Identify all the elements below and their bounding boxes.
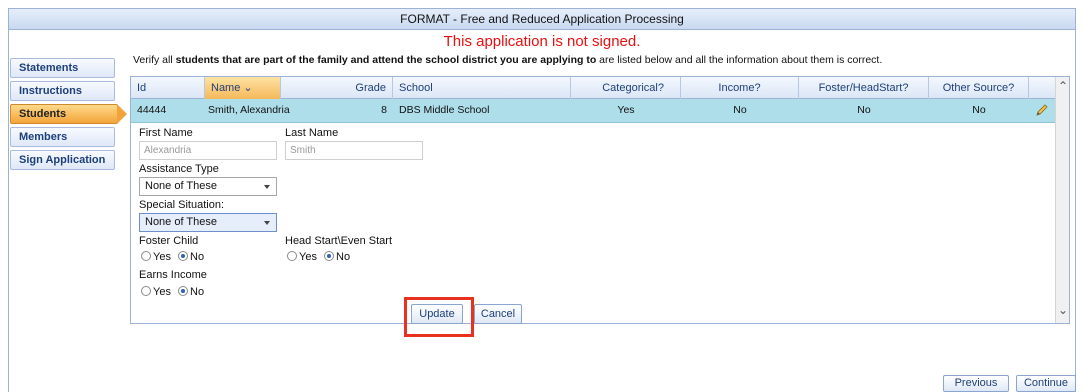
instructions-text: Verify all students that are part of the… bbox=[133, 54, 882, 66]
earns-no-label: No bbox=[190, 286, 205, 298]
sort-descending-icon: ⌄ bbox=[243, 82, 253, 94]
assistance-type-select[interactable]: None of These bbox=[139, 177, 277, 196]
update-button[interactable]: Update bbox=[411, 304, 463, 324]
sidebar-item-statements[interactable]: Statements bbox=[10, 58, 115, 78]
cell-other-source: No bbox=[972, 104, 986, 116]
foster-no-label: No bbox=[190, 251, 205, 263]
special-situation-select[interactable]: None of These bbox=[139, 213, 277, 232]
scroll-down-icon[interactable]: ⌄ bbox=[1057, 303, 1069, 317]
column-header-grade[interactable]: Grade bbox=[281, 77, 393, 99]
column-header-id[interactable]: Id bbox=[131, 77, 205, 99]
earns-income-label: Earns Income bbox=[139, 269, 207, 281]
sidebar-item-instructions[interactable]: Instructions bbox=[10, 81, 115, 101]
instructions-pre: Verify all bbox=[133, 54, 176, 66]
cancel-button[interactable]: Cancel bbox=[474, 304, 522, 324]
chevron-down-icon bbox=[264, 221, 270, 225]
students-grid: Id Name ⌄ Grade School Categorical? Inco… bbox=[130, 76, 1070, 324]
last-name-input[interactable] bbox=[285, 141, 423, 160]
earns-yes-label: Yes bbox=[153, 286, 171, 298]
continue-button[interactable]: Continue bbox=[1016, 375, 1076, 392]
head-start-label: Head Start\Even Start bbox=[285, 235, 392, 247]
window-title: FORMAT - Free and Reduced Application Pr… bbox=[8, 8, 1076, 30]
pencil-edit-icon[interactable] bbox=[1034, 102, 1054, 126]
previous-button[interactable]: Previous bbox=[943, 375, 1009, 392]
foster-no-radio[interactable] bbox=[178, 251, 189, 261]
sidebar-item-members[interactable]: Members bbox=[10, 127, 115, 147]
foster-yes-radio[interactable] bbox=[141, 251, 151, 261]
first-name-label: First Name bbox=[139, 127, 193, 139]
assistance-type-value: None of These bbox=[145, 180, 217, 192]
chevron-down-icon bbox=[264, 185, 270, 189]
earns-no-radio[interactable] bbox=[178, 286, 189, 296]
cell-id: 44444 bbox=[137, 104, 167, 116]
column-header-edit bbox=[1029, 77, 1057, 99]
instructions-bold: students that are part of the family and… bbox=[175, 54, 597, 66]
foster-yes-label: Yes bbox=[153, 251, 171, 263]
headstart-yes-radio[interactable] bbox=[287, 251, 297, 261]
assistance-type-label: Assistance Type bbox=[139, 163, 219, 175]
table-row[interactable]: 44444 Smith, Alexandria 8 DBS Middle Sch… bbox=[131, 99, 1057, 123]
last-name-label: Last Name bbox=[285, 127, 339, 139]
headstart-no-label: No bbox=[336, 251, 351, 263]
foster-child-radio-group: Yes No bbox=[141, 251, 208, 263]
cell-categorical: Yes bbox=[617, 104, 635, 116]
earns-income-radio-group: Yes No bbox=[141, 286, 208, 298]
column-header-foster-headstart[interactable]: Foster/HeadStart? bbox=[799, 77, 929, 99]
cell-income: No bbox=[733, 104, 747, 116]
column-header-other-source[interactable]: Other Source? bbox=[929, 77, 1029, 99]
headstart-yes-label: Yes bbox=[299, 251, 317, 263]
column-header-name[interactable]: Name ⌄ bbox=[205, 77, 281, 99]
foster-child-label: Foster Child bbox=[139, 235, 199, 247]
column-header-categorical[interactable]: Categorical? bbox=[571, 77, 681, 99]
instructions-post: are listed below and all the information… bbox=[596, 54, 883, 66]
scroll-up-icon[interactable]: ⌃ bbox=[1057, 79, 1069, 93]
grid-header: Id Name ⌄ Grade School Categorical? Inco… bbox=[131, 77, 1057, 99]
cell-foster: No bbox=[857, 104, 871, 116]
special-situation-label: Special Situation: bbox=[139, 199, 224, 211]
first-name-input[interactable] bbox=[139, 141, 277, 160]
unsigned-warning: This application is not signed. bbox=[443, 33, 641, 50]
column-header-income[interactable]: Income? bbox=[681, 77, 799, 99]
cell-school: DBS Middle School bbox=[399, 104, 490, 116]
column-header-name-label: Name bbox=[211, 82, 241, 94]
earns-yes-radio[interactable] bbox=[141, 286, 151, 296]
sidebar-item-sign-application[interactable]: Sign Application bbox=[10, 150, 115, 170]
sidebar-item-students[interactable]: Students bbox=[10, 104, 127, 124]
headstart-no-radio[interactable] bbox=[324, 251, 335, 261]
grid-scrollbar[interactable]: ⌃ ⌄ bbox=[1055, 77, 1069, 323]
column-header-school[interactable]: School bbox=[393, 77, 571, 99]
special-situation-value: None of These bbox=[145, 216, 217, 228]
head-start-radio-group: Yes No bbox=[287, 251, 354, 263]
cell-grade: 8 bbox=[381, 104, 387, 116]
